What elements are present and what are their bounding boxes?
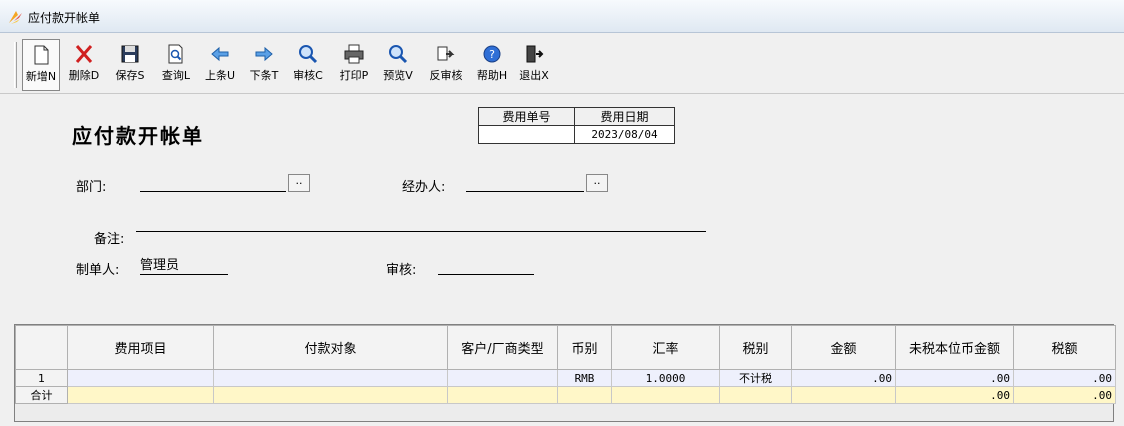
col-header-payee[interactable]: 付款对象	[213, 325, 448, 370]
printer-icon	[344, 44, 364, 64]
detail-table: 费用项目 付款对象 客户/厂商类型 币别 汇率 税别 金额 未税本位币金额 税额…	[15, 325, 1116, 404]
exit-button[interactable]: 退出X	[514, 39, 554, 91]
total-label: 合计	[15, 386, 68, 404]
help-button[interactable]: ? 帮助H	[470, 39, 514, 91]
col-header-taxamt[interactable]: 税额	[1013, 325, 1116, 370]
fee-date-header: 费用日期	[574, 107, 675, 126]
grid-corner	[15, 325, 68, 370]
maker-field[interactable]: 管理员	[140, 259, 228, 275]
dept-lookup-button[interactable]: ..	[288, 174, 310, 192]
remark-field[interactable]	[136, 216, 706, 232]
svg-text:?: ?	[489, 48, 495, 61]
arrow-right-icon	[255, 46, 273, 62]
table-row[interactable]: 1 RMB 1.0000 不计税 .00 .00 .00	[15, 369, 1116, 387]
dept-field[interactable]	[140, 176, 286, 192]
cell-rate[interactable]: 1.0000	[611, 369, 720, 387]
next-button[interactable]: 下条T	[244, 39, 284, 91]
save-button[interactable]: 保存S	[110, 39, 150, 91]
maker-label: 制单人:	[76, 263, 120, 278]
toolbar-grip[interactable]	[14, 42, 17, 88]
fee-no-field[interactable]	[478, 125, 575, 144]
col-header-type[interactable]: 客户/厂商类型	[447, 325, 558, 370]
delete-x-icon	[75, 45, 93, 63]
total-taxamt: .00	[1013, 386, 1116, 404]
grid-header-row: 费用项目 付款对象 客户/厂商类型 币别 汇率 税别 金额 未税本位币金额 税额	[15, 325, 1116, 370]
cell-payee[interactable]	[213, 369, 448, 387]
col-header-amount[interactable]: 金额	[791, 325, 896, 370]
row-number: 1	[15, 369, 68, 387]
detail-grid[interactable]: 费用项目 付款对象 客户/厂商类型 币别 汇率 税别 金额 未税本位币金额 税额…	[14, 324, 1116, 422]
col-header-rate[interactable]: 汇率	[611, 325, 720, 370]
total-cell	[611, 386, 720, 404]
preview-button[interactable]: 预览V	[378, 39, 418, 91]
unapprove-button[interactable]: 反审核	[424, 39, 468, 91]
cell-type[interactable]	[447, 369, 558, 387]
form-header: 应付款开帐单 费用单号 费用日期 2023/08/04 部门: .. 经办人: …	[14, 96, 1124, 320]
handler-lookup-button[interactable]: ..	[586, 174, 608, 192]
audit-button[interactable]: 审核C	[288, 39, 328, 91]
document-title: 应付款开帐单	[72, 124, 204, 148]
help-icon: ?	[483, 45, 501, 63]
search-document-icon	[168, 44, 183, 64]
total-cell	[447, 386, 558, 404]
app-icon	[9, 11, 22, 24]
cell-taxamt[interactable]: .00	[1013, 369, 1116, 387]
window-titlebar: 应付款开帐单	[0, 0, 1124, 33]
window-title: 应付款开帐单	[28, 11, 101, 25]
total-cell	[67, 386, 214, 404]
total-untaxed: .00	[895, 386, 1014, 404]
dept-label: 部门:	[76, 180, 107, 195]
cell-untaxed[interactable]: .00	[895, 369, 1014, 387]
print-button[interactable]: 打印P	[334, 39, 374, 91]
audit-field[interactable]	[438, 259, 534, 275]
total-row: 合计 .00 .00	[15, 386, 1116, 404]
total-cell	[213, 386, 448, 404]
col-header-untaxed[interactable]: 未税本位币金额	[895, 325, 1014, 370]
toolbar: 新增N 删除D 保存S 查询L 上条U 下条T 审核C 打印P 预览V 反审核 …	[0, 34, 1124, 94]
fee-no-header: 费用单号	[478, 107, 575, 126]
audit-label: 审核:	[386, 263, 417, 278]
prev-button[interactable]: 上条U	[200, 39, 240, 91]
preview-magnifier-icon	[389, 45, 408, 64]
handler-label: 经办人:	[402, 180, 446, 195]
unapprove-icon	[437, 46, 455, 61]
arrow-left-icon	[211, 46, 229, 62]
cell-tax[interactable]: 不计税	[719, 369, 792, 387]
col-header-tax[interactable]: 税别	[719, 325, 792, 370]
col-header-currency[interactable]: 币别	[557, 325, 612, 370]
query-button[interactable]: 查询L	[156, 39, 196, 91]
magnifier-icon	[299, 45, 318, 64]
fee-info-table: 费用单号 费用日期 2023/08/04	[478, 107, 675, 144]
fee-date-field[interactable]: 2023/08/04	[574, 125, 675, 144]
remark-label: 备注:	[94, 232, 125, 247]
total-cell	[557, 386, 612, 404]
cell-currency[interactable]: RMB	[557, 369, 612, 387]
cell-amount[interactable]: .00	[791, 369, 896, 387]
new-button[interactable]: 新增N	[22, 39, 60, 91]
cell-item[interactable]	[67, 369, 214, 387]
handler-field[interactable]	[466, 176, 584, 192]
exit-door-icon	[526, 45, 544, 63]
total-cell	[719, 386, 792, 404]
delete-button[interactable]: 删除D	[64, 39, 104, 91]
new-document-icon	[34, 45, 49, 65]
total-cell	[791, 386, 896, 404]
col-header-item[interactable]: 费用项目	[67, 325, 214, 370]
save-disk-icon	[121, 45, 139, 63]
